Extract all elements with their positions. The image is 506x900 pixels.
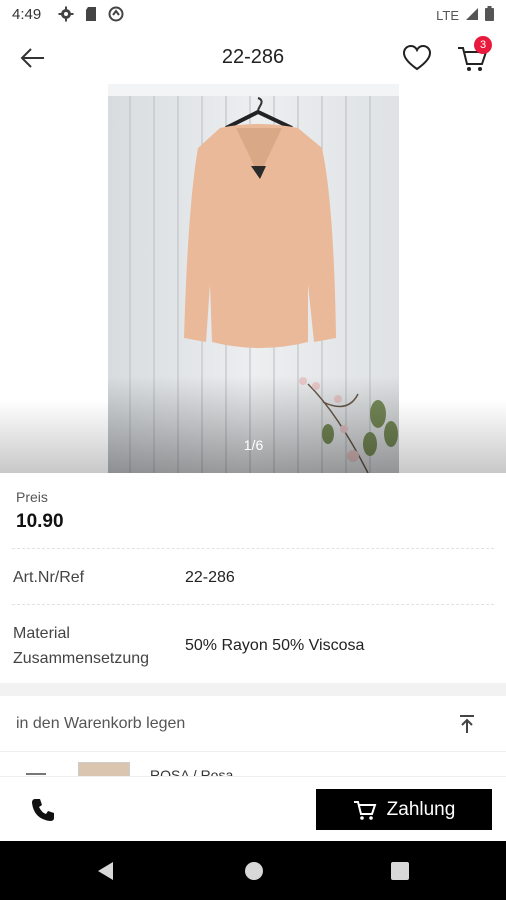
variant-row: ROSA / Rosa	[0, 751, 506, 777]
detail-value-material: 50% Rayon 50% Viscosa	[185, 637, 365, 654]
bottom-bar: Zahlung	[0, 776, 506, 842]
section-separator	[0, 683, 506, 696]
status-bar: 4:49 LTE	[0, 0, 506, 32]
call-button[interactable]	[30, 797, 56, 823]
favorite-button[interactable]	[402, 44, 432, 72]
network-type: LTE	[436, 7, 459, 23]
image-counter: 1/6	[243, 437, 264, 453]
pay-button-label: Zahlung	[386, 798, 456, 820]
add-to-cart-label: in den Warenkorb legen	[16, 715, 186, 732]
price-label: Preis	[16, 489, 48, 505]
signal-icon	[465, 7, 479, 24]
detail-label-ref: Art.Nr/Ref	[13, 569, 85, 586]
divider	[12, 548, 494, 549]
quantity-minus-button[interactable]	[26, 773, 46, 775]
nav-recents-button[interactable]	[390, 861, 410, 886]
variant-thumbnail	[78, 762, 130, 777]
product-image[interactable]: 1/6	[108, 84, 399, 473]
sync-icon	[108, 6, 124, 27]
divider	[12, 604, 494, 605]
nav-back-button[interactable]	[96, 861, 116, 886]
detail-value-ref: 22-286	[185, 569, 235, 586]
heart-icon	[402, 44, 432, 71]
cart-badge: 3	[474, 36, 492, 54]
recents-square-icon	[391, 862, 409, 880]
status-right: LTE	[436, 6, 494, 24]
price-value: 10.90	[16, 511, 64, 532]
phone-icon	[32, 799, 54, 821]
gear-icon	[58, 6, 74, 27]
detail-label-material: Material Zusammensetzung	[13, 625, 150, 667]
collapse-up-icon	[460, 715, 474, 733]
back-triangle-icon	[98, 862, 113, 880]
system-nav-bar	[0, 841, 506, 900]
sd-card-icon	[84, 6, 98, 27]
status-icons	[58, 6, 124, 27]
add-to-cart-toggle[interactable]: in den Warenkorb legen	[0, 697, 506, 751]
cart-icon	[353, 800, 377, 820]
cart-button[interactable]: 3	[456, 36, 492, 74]
home-circle-icon	[245, 862, 263, 880]
product-photo	[108, 84, 399, 473]
battery-icon	[485, 6, 494, 24]
app-bar: 22-286 3	[0, 32, 506, 84]
nav-home-button[interactable]	[244, 861, 264, 886]
status-time: 4:49	[12, 6, 42, 23]
pay-button[interactable]: Zahlung	[316, 789, 492, 830]
